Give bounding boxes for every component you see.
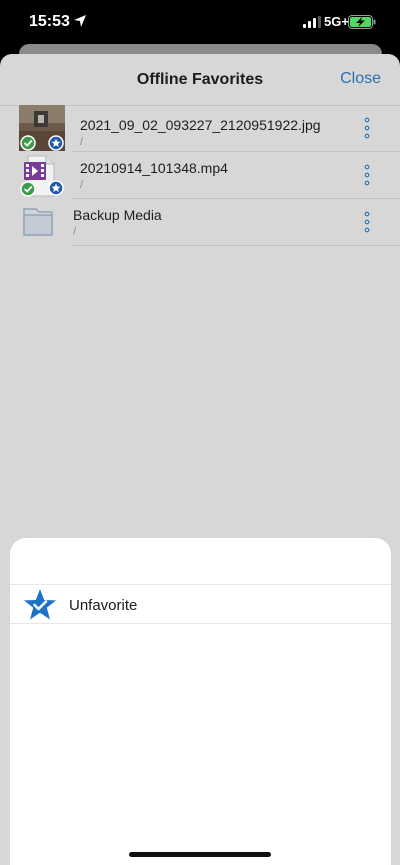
file-row[interactable]: 2021_09_02_093227_2120951922.jpg / bbox=[0, 105, 400, 152]
row-divider bbox=[72, 245, 400, 246]
more-options-icon[interactable] bbox=[362, 211, 372, 233]
file-name: Backup Media bbox=[73, 207, 162, 223]
unfavorite-star-check-icon bbox=[24, 589, 56, 620]
unfavorite-label: Unfavorite bbox=[69, 597, 138, 614]
battery-charging-icon bbox=[348, 15, 376, 29]
file-row[interactable]: Backup Media / bbox=[0, 199, 400, 246]
close-button[interactable]: Close bbox=[340, 70, 381, 88]
folder-icon bbox=[23, 208, 53, 236]
photo-thumbnail-icon bbox=[19, 105, 65, 151]
file-path: / bbox=[80, 179, 84, 191]
more-options-icon[interactable] bbox=[362, 117, 372, 139]
file-path: / bbox=[73, 226, 77, 238]
signal-bars-icon bbox=[303, 16, 321, 28]
status-bar: 15:53 5G+ bbox=[0, 0, 400, 44]
file-name: 2021_09_02_093227_2120951922.jpg bbox=[80, 117, 321, 133]
video-file-icon bbox=[20, 155, 64, 197]
action-sheet: Unfavorite bbox=[10, 538, 391, 865]
file-name: 20210914_101348.mp4 bbox=[80, 160, 228, 176]
file-path: / bbox=[80, 136, 84, 148]
more-options-icon[interactable] bbox=[362, 164, 372, 186]
network-type: 5G+ bbox=[324, 14, 349, 29]
sheet-divider bbox=[10, 623, 391, 624]
file-row[interactable]: 20210914_101348.mp4 / bbox=[0, 152, 400, 199]
unfavorite-button[interactable]: Unfavorite bbox=[10, 585, 391, 623]
status-time: 15:53 bbox=[29, 13, 70, 30]
location-arrow-icon bbox=[74, 15, 86, 27]
home-indicator bbox=[129, 852, 271, 857]
